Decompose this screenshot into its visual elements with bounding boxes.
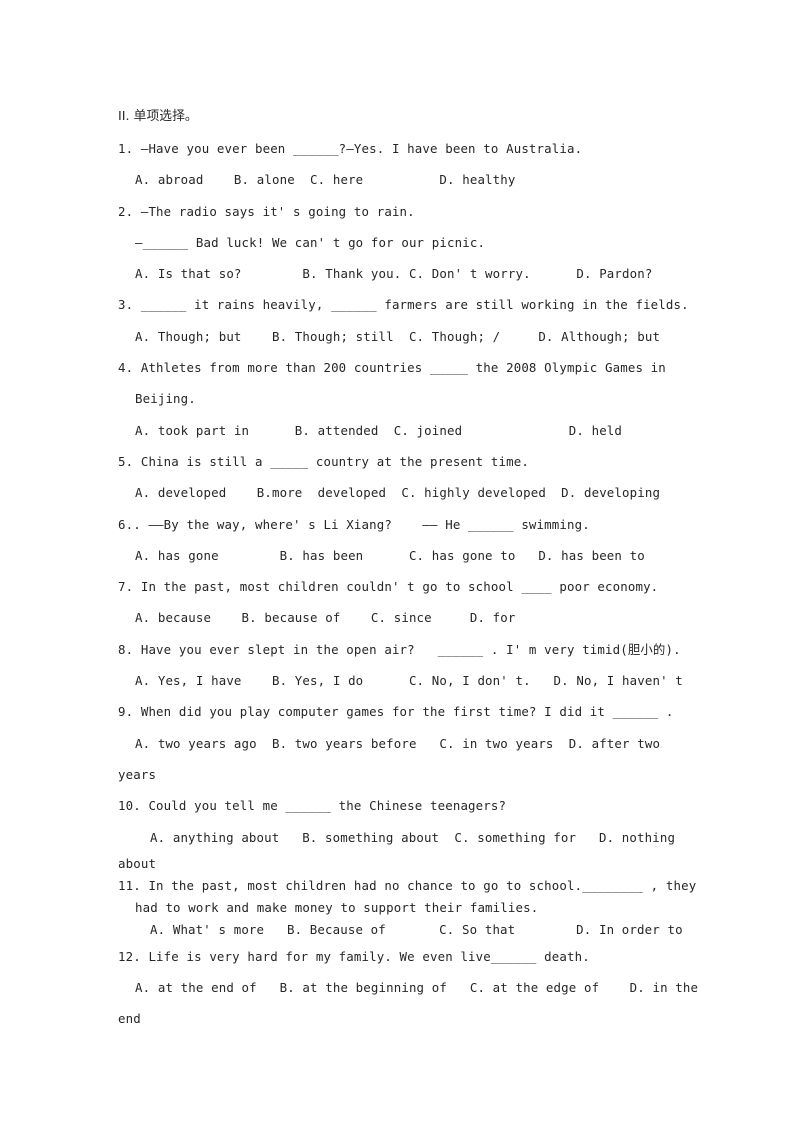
question-11-stem: 11. In the past, most children had no ch… [118,877,697,893]
question-6-options[interactable]: A. has gone B. has been C. has gone to D… [118,540,684,571]
question-2-options[interactable]: A. Is that so? B. Thank you. C. Don' t w… [118,258,684,289]
question-12-stem: 12. Life is very hard for my family. We … [118,948,590,964]
question-2-stem-line2: —______ Bad luck! We can' t go for our p… [135,234,486,250]
question-4-stem-line2: Beijing. [135,391,196,407]
question-10-options-wrap[interactable]: about [118,853,684,875]
question-1-stem: 1. —Have you ever been ______?—Yes. I ha… [118,141,583,156]
question-11-stem-line2: had to work and make money to support th… [135,899,539,915]
section-heading: II. 单项选择。 [118,109,198,124]
question-9-options[interactable]: A. two years ago B. two years before C. … [118,728,684,759]
question-1-options[interactable]: A. abroad B. alone C. here D. healthy [118,164,684,195]
question-8-stem: 8. Have you ever slept in the open air? … [118,641,681,657]
question-9-stem: 9. When did you play computer games for … [118,704,674,720]
question-10-stem: 10. Could you tell me ______ the Chinese… [118,798,507,814]
question-4-options[interactable]: A. took part in B. attended C. joined D.… [118,415,684,446]
question-9-options-wrap[interactable]: years [118,759,684,790]
document-page: II. 单项选择。 1. —Have you ever been ______?… [0,0,800,1132]
question-3-options[interactable]: A. Though; but B. Though; still C. Thoug… [118,321,684,352]
document-body: II. 单项选择。 1. —Have you ever been ______?… [118,100,698,1035]
question-12-options-wrap[interactable]: end [118,1003,684,1034]
question-11-options[interactable]: A. What' s more B. Because of C. So that… [118,919,684,941]
question-7-stem: 7. In the past, most children couldn' t … [118,579,659,595]
question-3-stem: 3. ______ it rains heavily, ______ farme… [118,297,689,313]
question-7-options[interactable]: A. because B. because of C. since D. for [118,602,684,633]
question-12-options[interactable]: A. at the end of B. at the beginning of … [118,972,698,1003]
question-5-stem: 5. China is still a _____ country at the… [118,453,529,469]
question-10-options[interactable]: A. anything about B. something about C. … [118,822,684,853]
question-4-stem: 4. Athletes from more than 200 countries… [118,360,666,376]
question-6-stem: 6.. ——By the way, where' s Li Xiang? —— … [118,516,590,532]
question-8-options[interactable]: A. Yes, I have B. Yes, I do C. No, I don… [118,665,684,696]
question-2-stem: 2. —The radio says it' s going to rain. [118,203,415,219]
question-5-options[interactable]: A. developed B.more developed C. highly … [118,477,684,508]
